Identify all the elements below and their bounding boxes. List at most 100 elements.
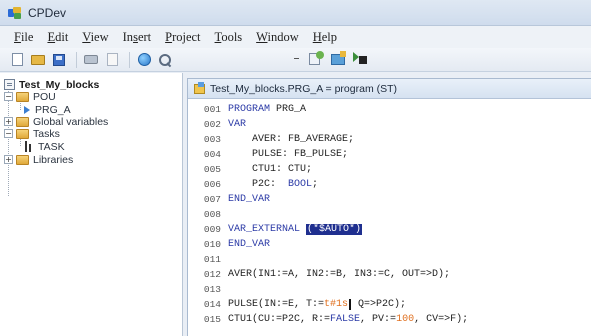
- menu-item[interactable]: Project: [165, 30, 200, 45]
- line-number: 014: [203, 299, 221, 310]
- literal-token: t#1s: [324, 299, 349, 310]
- line-number: 013: [203, 284, 221, 295]
- project-tree-panel: Test_My_blocks − POU PRG_A + Global vari…: [0, 73, 183, 336]
- code-line[interactable]: 014 PULSE(IN:=E, T:= t#1s Q=>P2C);: [188, 297, 591, 312]
- tree-item-libraries[interactable]: + Libraries: [4, 153, 73, 166]
- keyword-token: END_VAR: [228, 239, 271, 250]
- menu-item[interactable]: View: [82, 30, 108, 45]
- literal-token: 100: [396, 314, 415, 325]
- expand-icon[interactable]: +: [4, 117, 13, 126]
- code-line[interactable]: 011: [188, 252, 591, 267]
- code-text: , PV:=: [360, 314, 397, 325]
- code-text: PULSE(IN:=E, T:=: [228, 299, 325, 310]
- menu-item[interactable]: File: [14, 30, 33, 45]
- menu-item[interactable]: Edit: [47, 30, 68, 45]
- keyword-token: VAR_EXTERNAL: [228, 224, 307, 235]
- new-file-icon[interactable]: [8, 51, 26, 69]
- tree-label: Libraries: [33, 153, 74, 166]
- menu-item[interactable]: Help: [313, 30, 337, 45]
- task-icon: [24, 141, 34, 152]
- tree-item-tasks[interactable]: − Tasks: [4, 127, 60, 140]
- run-icon[interactable]: [353, 51, 367, 65]
- folder-icon: [16, 116, 29, 127]
- code-area[interactable]: 001 PROGRAM PRG_A 002 VAR 003 AVER: FB_AVERA…: [188, 100, 591, 327]
- selected-text: (*$AUTO*): [306, 224, 363, 235]
- code-line[interactable]: 008: [188, 207, 591, 222]
- globe-icon[interactable]: [135, 51, 153, 69]
- print-preview-icon[interactable]: [103, 51, 121, 69]
- code-line[interactable]: 005 CTU1: CTU;: [188, 162, 591, 177]
- code-text: PRG_A: [270, 104, 307, 115]
- code-line[interactable]: 006 P2C: BOOL;: [188, 177, 591, 192]
- editor-tab-header[interactable]: Test_My_blocks.PRG_A = program (ST): [188, 79, 591, 99]
- code-text: CTU1(CU:=P2C, R:=: [228, 314, 331, 325]
- toolbar-dash: [294, 57, 299, 59]
- line-number: 004: [203, 149, 221, 160]
- code-text: AVER: FB_AVERAGE;: [228, 134, 355, 145]
- code-line[interactable]: 004 PULSE: FB_PULSE;: [188, 147, 591, 162]
- line-number: 003: [203, 134, 221, 145]
- code-line[interactable]: 009 VAR_EXTERNAL (*$AUTO*): [188, 222, 591, 237]
- project-icon: [4, 79, 15, 90]
- code-text: Q=>P2C);: [352, 299, 407, 310]
- collapse-icon[interactable]: −: [4, 92, 13, 101]
- line-number: 010: [203, 239, 221, 250]
- code-line[interactable]: 013: [188, 282, 591, 297]
- tree-item-task[interactable]: TASK: [24, 140, 65, 153]
- title-bar: CPDev: [0, 0, 591, 26]
- code-line[interactable]: 015 CTU1(CU:=P2C, R:= FALSE, PV:= 100, CV=>…: [188, 312, 591, 327]
- build-icon[interactable]: [331, 51, 347, 65]
- code-text: ;: [312, 179, 319, 190]
- code-text: AVER(IN1:=A, IN2:=B, IN3:=C, OUT=>D);: [228, 269, 451, 280]
- editor-title: Test_My_blocks.PRG_A = program (ST): [210, 82, 398, 95]
- tree-label: POU: [33, 90, 56, 103]
- zoom-icon[interactable]: [156, 51, 174, 69]
- open-folder-icon[interactable]: [29, 51, 47, 69]
- cpdev-app-icon: [8, 6, 22, 19]
- line-number: 009: [203, 224, 221, 235]
- tree-label: Test_My_blocks: [19, 78, 100, 91]
- keyword-token: END_VAR: [228, 194, 271, 205]
- line-number: 015: [203, 314, 221, 325]
- code-text: , CV=>F);: [414, 314, 469, 325]
- code-line[interactable]: 007 END_VAR: [188, 192, 591, 207]
- code-line[interactable]: 003 AVER: FB_AVERAGE;: [188, 132, 591, 147]
- save-icon[interactable]: [50, 51, 68, 69]
- keyword-token: FALSE: [330, 314, 361, 325]
- code-editor-window[interactable]: Test_My_blocks.PRG_A = program (ST) 001 P…: [187, 78, 591, 336]
- expand-icon[interactable]: +: [4, 155, 13, 164]
- compile-icon[interactable]: [309, 51, 325, 65]
- toolbar-separator: [129, 51, 130, 68]
- line-number: 012: [203, 269, 221, 280]
- code-line[interactable]: 010 END_VAR: [188, 237, 591, 252]
- tree-label: TASK: [38, 140, 65, 153]
- code-line[interactable]: 012 AVER(IN1:=A, IN2:=B, IN3:=C, OUT=>D);: [188, 267, 591, 282]
- code-text: P2C:: [228, 179, 289, 190]
- toolbar-separator: [76, 51, 77, 68]
- folder-icon: [16, 91, 29, 102]
- tree-label: Tasks: [33, 127, 60, 140]
- line-number: 007: [203, 194, 221, 205]
- code-text: PULSE: FB_PULSE;: [228, 149, 349, 160]
- line-number: 006: [203, 179, 221, 190]
- keyword-token: BOOL: [288, 179, 313, 190]
- line-number: 005: [203, 164, 221, 175]
- tree-label: PRG_A: [35, 103, 71, 116]
- text-cursor: [349, 299, 352, 310]
- folder-icon: [16, 128, 29, 139]
- menu-item[interactable]: Tools: [215, 30, 243, 45]
- menu-item[interactable]: Window: [256, 30, 299, 45]
- print-icon[interactable]: [82, 51, 100, 69]
- collapse-icon[interactable]: −: [4, 129, 13, 138]
- keyword-token: VAR: [228, 119, 247, 130]
- folder-icon: [16, 154, 29, 165]
- line-number: 011: [203, 254, 221, 265]
- toolbar: [0, 48, 591, 72]
- tree-item-pou[interactable]: − POU: [4, 90, 56, 103]
- program-document-icon: [194, 81, 205, 94]
- code-line[interactable]: 002 VAR: [188, 117, 591, 132]
- line-number: 001: [203, 104, 221, 115]
- menu-item[interactable]: Insert: [123, 30, 151, 45]
- keyword-token: PROGRAM: [228, 104, 271, 115]
- code-line[interactable]: 001 PROGRAM PRG_A: [188, 102, 591, 117]
